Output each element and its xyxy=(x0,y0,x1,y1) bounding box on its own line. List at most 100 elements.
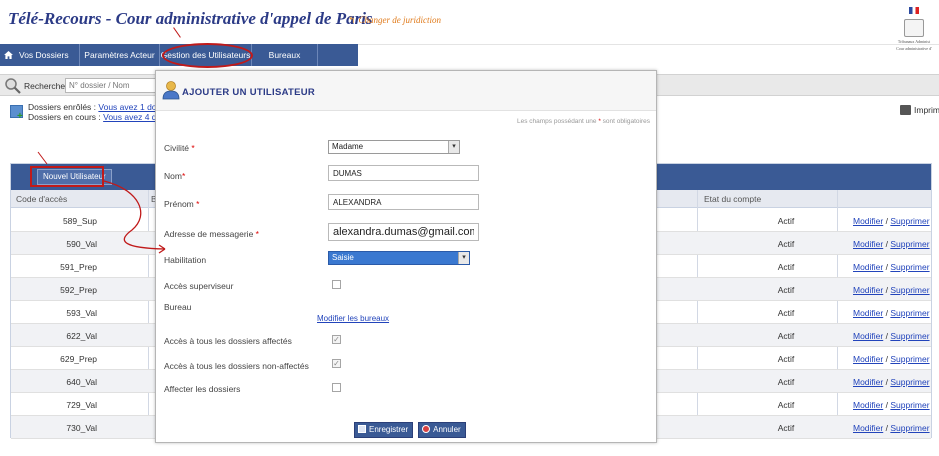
non-affectes-label: Accès à tous les dossiers non-affectés xyxy=(164,361,309,371)
dossier-info-text: Dossiers enrôlés : Vous avez 1 dossi Dos… xyxy=(28,102,170,122)
superviseur-label: Accès superviseur xyxy=(164,281,234,291)
required-note-prefix: Les champs possédant une xyxy=(517,118,597,125)
action-separator: / xyxy=(885,262,888,272)
cell-actions: Modifier / Supprimer xyxy=(853,216,930,226)
required-note-star: * xyxy=(598,118,601,125)
nav-gestion-utilisateurs[interactable]: Gestion des Utilisateurs xyxy=(160,44,252,66)
app-title: Télé-Recours - Cour administrative d'app… xyxy=(8,9,373,28)
prenom-label-text: Prénom xyxy=(164,199,194,209)
main-nav: Vos Dossiers Paramètres Acteur Gestion d… xyxy=(0,44,358,66)
civilite-select[interactable]: Madame ▾ xyxy=(328,140,460,154)
cell-code: 591_Prep xyxy=(60,262,97,272)
search-label: Recherche : xyxy=(24,81,70,91)
modify-link[interactable]: Modifier xyxy=(853,400,883,410)
cell-code: 629_Prep xyxy=(60,354,97,364)
modify-link[interactable]: Modifier xyxy=(853,285,883,295)
cell-etat: Actif xyxy=(777,262,795,272)
logo-text-1: Tribunaux Administ xyxy=(897,39,931,44)
email-label: Adresse de messagerie * xyxy=(164,229,259,239)
delete-link[interactable]: Supprimer xyxy=(890,262,929,272)
cell-etat: Actif xyxy=(777,400,795,410)
logo-text-2: Cour administrative d' xyxy=(896,46,932,51)
modify-link[interactable]: Modifier xyxy=(853,423,883,433)
cancel-label: Annuler xyxy=(433,425,461,434)
new-user-button[interactable]: Nouvel Utilisateur xyxy=(37,169,112,185)
nom-label: Nom* xyxy=(164,171,185,181)
save-button[interactable]: Enregistrer xyxy=(354,422,414,438)
habilitation-value: Saisie xyxy=(332,253,354,262)
user-icon xyxy=(162,81,180,100)
dossiers-en-cours-line: Dossiers en cours : Vous avez 4 doss xyxy=(28,112,170,122)
cell-etat: Actif xyxy=(777,331,795,341)
modify-link[interactable]: Modifier xyxy=(853,239,883,249)
action-separator: / xyxy=(885,308,888,318)
action-separator: / xyxy=(885,239,888,249)
delete-link[interactable]: Supprimer xyxy=(890,331,929,341)
action-separator: / xyxy=(885,377,888,387)
cell-etat: Actif xyxy=(777,377,795,387)
cell-code: 593_Val xyxy=(66,308,97,318)
superviseur-checkbox[interactable] xyxy=(332,280,341,289)
nom-label-text: Nom xyxy=(164,171,182,181)
cell-etat: Actif xyxy=(777,354,795,364)
required-star: * xyxy=(191,143,195,153)
header-code[interactable]: Code d'accès xyxy=(16,194,67,204)
chevron-down-icon: ▾ xyxy=(448,141,459,153)
home-icon xyxy=(4,51,13,59)
modify-link[interactable]: Modifier xyxy=(853,308,883,318)
nav-vos-dossiers[interactable]: Vos Dossiers xyxy=(0,44,80,66)
non-affectes-checkbox[interactable]: ✓ xyxy=(332,359,341,368)
nav-vos-dossiers-label: Vos Dossiers xyxy=(19,50,69,60)
cell-actions: Modifier / Supprimer xyxy=(853,354,930,364)
affecter-checkbox[interactable] xyxy=(332,383,341,392)
change-jurisdiction-link[interactable]: ↰ Changer de juridiction xyxy=(348,15,441,26)
prenom-input[interactable] xyxy=(328,194,479,210)
cell-code: 590_Val xyxy=(66,239,97,249)
civilite-label-text: Civilité xyxy=(164,143,190,153)
cell-etat: Actif xyxy=(777,308,795,318)
modify-link[interactable]: Modifier xyxy=(853,354,883,364)
email-input[interactable] xyxy=(328,223,479,241)
habilitation-label: Habilitation xyxy=(164,255,207,265)
header-etat[interactable]: Etat du compte xyxy=(704,194,761,204)
cell-actions: Modifier / Supprimer xyxy=(853,377,930,387)
nav-parametres-acteur[interactable]: Paramètres Acteur xyxy=(80,44,160,66)
required-note: Les champs possédant une * sont obligato… xyxy=(517,118,650,125)
add-folder-icon xyxy=(10,105,23,122)
cell-code: 730_Val xyxy=(66,423,97,433)
habilitation-select[interactable]: Saisie ▾ xyxy=(328,251,470,265)
delete-link[interactable]: Supprimer xyxy=(890,423,929,433)
print-icon xyxy=(900,105,911,115)
search-icon xyxy=(5,78,21,94)
chevron-down-icon: ▾ xyxy=(458,252,469,264)
delete-link[interactable]: Supprimer xyxy=(890,354,929,364)
cell-etat: Actif xyxy=(777,239,795,249)
dossiers-enroles-label: Dossiers enrôlés : xyxy=(28,102,97,112)
delete-link[interactable]: Supprimer xyxy=(890,285,929,295)
cancel-button[interactable]: Annuler xyxy=(418,422,466,438)
modify-link[interactable]: Modifier xyxy=(853,331,883,341)
print-button[interactable]: Imprim xyxy=(900,105,939,115)
affectes-label: Accès à tous les dossiers affectés xyxy=(164,336,292,346)
modify-bureaux-link[interactable]: Modifier les bureaux xyxy=(317,314,389,323)
delete-link[interactable]: Supprimer xyxy=(890,308,929,318)
cancel-icon xyxy=(422,425,431,433)
modify-link[interactable]: Modifier xyxy=(853,262,883,272)
affectes-checkbox[interactable]: ✓ xyxy=(332,335,341,344)
modify-link[interactable]: Modifier xyxy=(853,377,883,387)
delete-link[interactable]: Supprimer xyxy=(890,377,929,387)
cell-actions: Modifier / Supprimer xyxy=(853,331,930,341)
delete-link[interactable]: Supprimer xyxy=(890,239,929,249)
delete-link[interactable]: Supprimer xyxy=(890,216,929,226)
nav-bureaux[interactable]: Bureaux xyxy=(252,44,318,66)
search-input[interactable] xyxy=(65,78,165,93)
modify-link[interactable]: Modifier xyxy=(853,216,883,226)
action-separator: / xyxy=(885,400,888,410)
flag-icon xyxy=(909,7,919,14)
delete-link[interactable]: Supprimer xyxy=(890,400,929,410)
cell-actions: Modifier / Supprimer xyxy=(853,400,930,410)
save-label: Enregistrer xyxy=(369,425,409,434)
nom-input[interactable] xyxy=(328,165,479,181)
affecter-label: Affecter les dossiers xyxy=(164,384,241,394)
required-star: * xyxy=(196,199,200,209)
